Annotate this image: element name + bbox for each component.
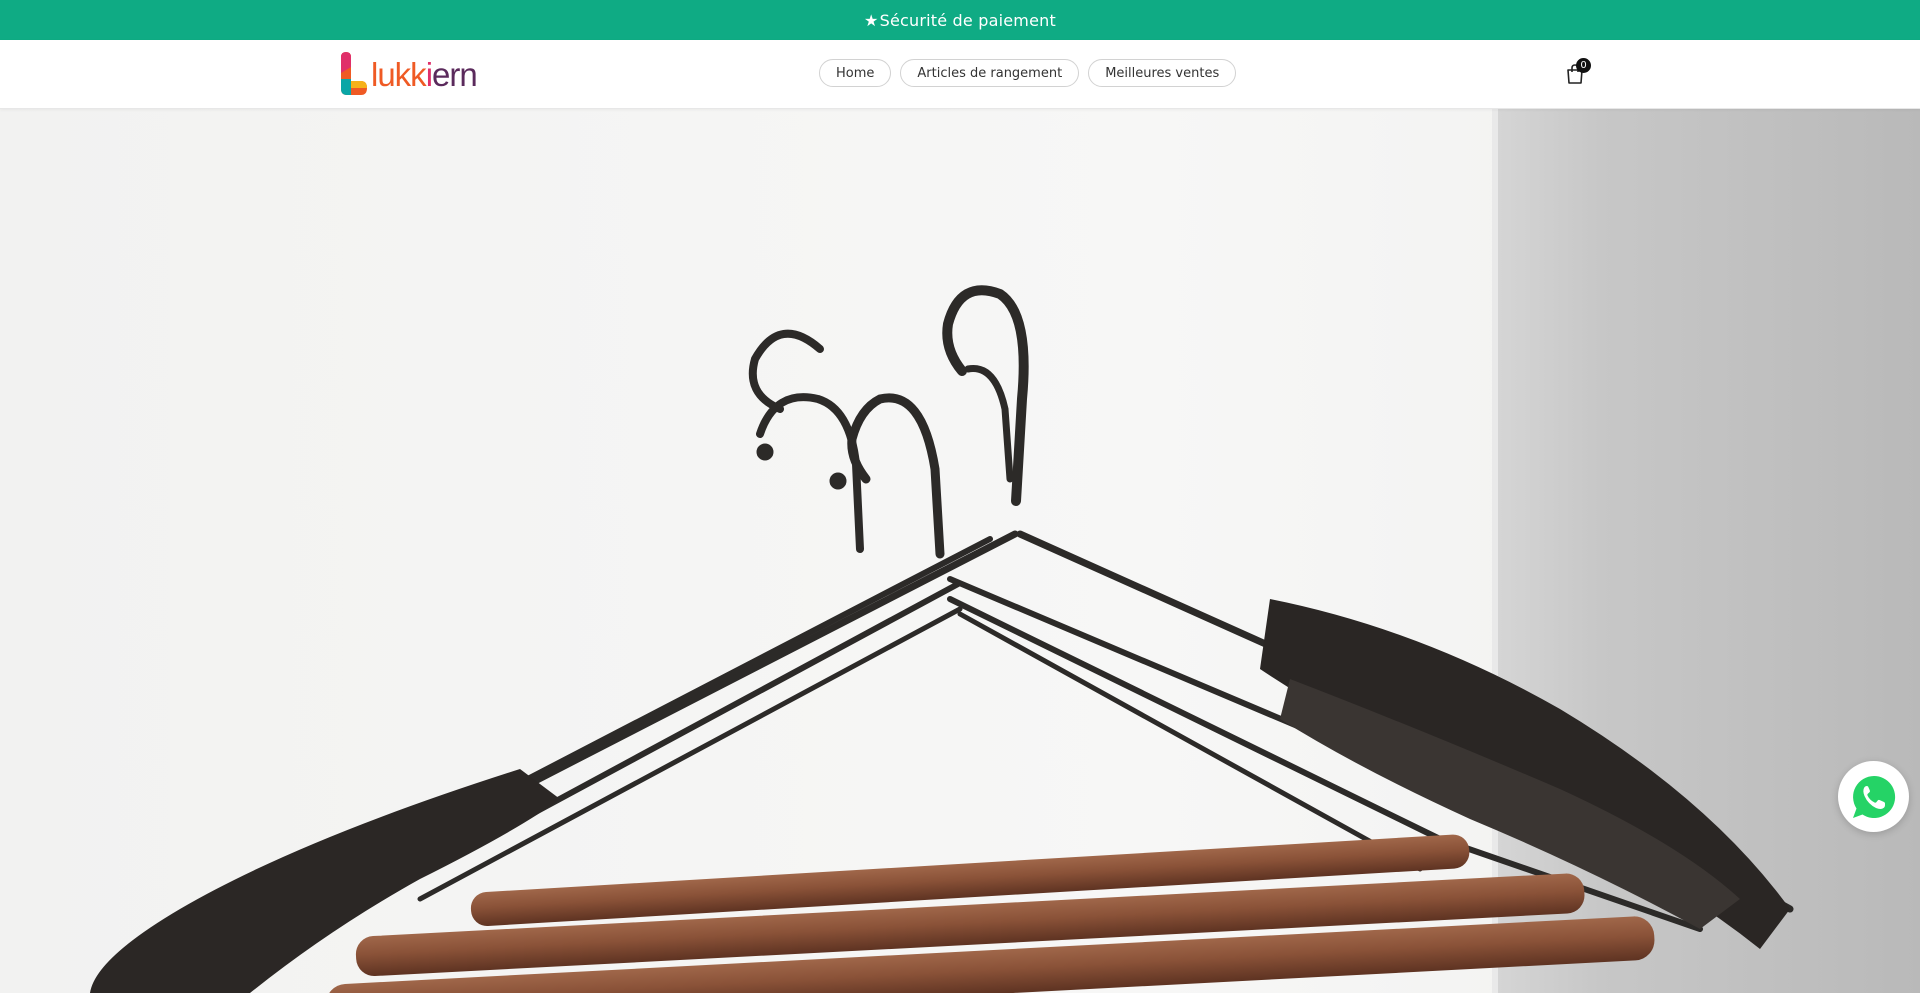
whatsapp-button[interactable] [1838,761,1909,832]
site-header: lukkiern Home Articles de rangement Meil… [0,40,1920,109]
star-icon: ★ [864,10,879,30]
announcement-text: Sécurité de paiement [879,10,1056,30]
logo-mark-icon [341,52,367,95]
cart-count-badge: 0 [1576,58,1591,73]
logo[interactable]: lukkiern [337,51,478,97]
announcement-bar: ★ Sécurité de paiement [0,0,1920,40]
main-nav: Home Articles de rangement Meilleures ve… [819,59,1237,89]
hero-image [0,109,1920,993]
logo-wordmark: lukkiern [371,55,478,93]
hangers-photo [0,109,1920,993]
nav-home[interactable]: Home [819,59,892,87]
nav-articles-de-rangement[interactable]: Articles de rangement [900,59,1080,87]
nav-meilleures-ventes[interactable]: Meilleures ventes [1088,59,1237,87]
whatsapp-icon [1852,775,1895,818]
